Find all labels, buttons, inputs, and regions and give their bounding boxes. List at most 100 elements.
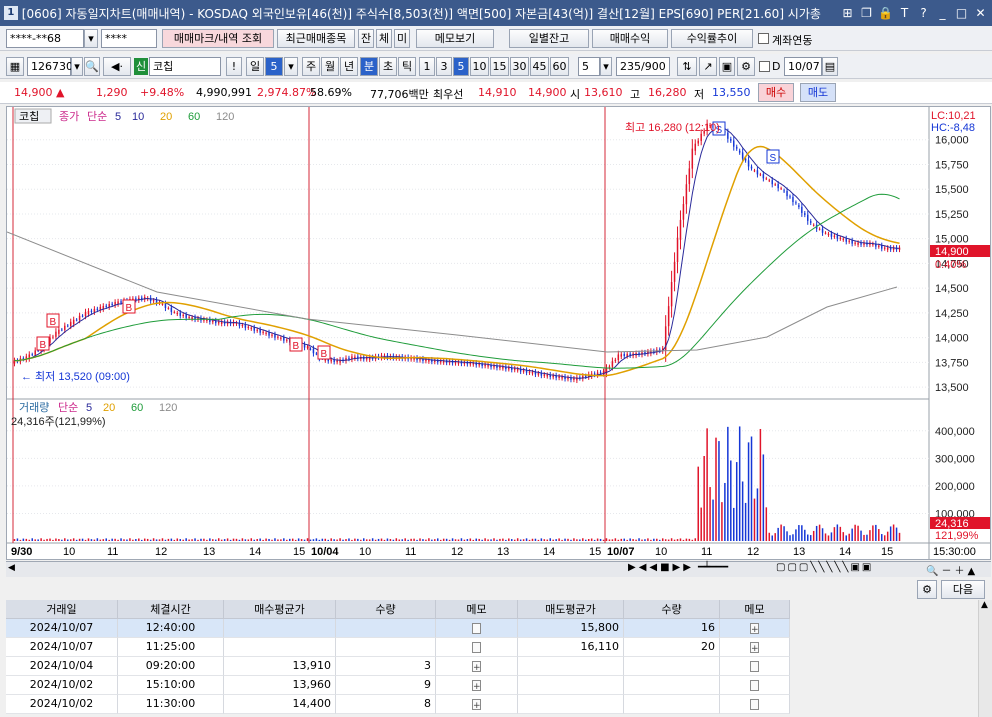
restore-icon[interactable]: ⊞: [840, 6, 855, 21]
period-second-button[interactable]: 초: [379, 57, 397, 76]
zoom-controls-icon[interactable]: 🔍－＋▲: [926, 562, 978, 577]
help-icon[interactable]: ?: [916, 6, 931, 21]
table-row[interactable]: 2024/10/07 11:25:00 16,110 20: [6, 638, 790, 658]
stock-code-input[interactable]: 126730: [27, 57, 73, 76]
column-header[interactable]: 체결시간: [118, 600, 224, 619]
scroll-up-icon[interactable]: ▲: [981, 600, 988, 610]
draw-icon[interactable]: ↗: [699, 57, 717, 76]
period-minute-button[interactable]: 분: [360, 57, 378, 76]
next-page-button[interactable]: 다음: [941, 580, 985, 599]
column-header[interactable]: 매수평균가: [224, 600, 336, 619]
memo-icon[interactable]: [750, 679, 759, 691]
memo-icon[interactable]: [750, 660, 759, 672]
date-input[interactable]: 10/07: [784, 57, 822, 76]
stock-menu-icon[interactable]: ▦: [6, 57, 24, 76]
interval-60-button[interactable]: 60: [550, 57, 569, 76]
close-icon[interactable]: ✕: [973, 6, 988, 21]
settings-icon[interactable]: ⚙: [737, 57, 755, 76]
buy-memo-cell[interactable]: [436, 638, 518, 657]
memo-icon[interactable]: [750, 698, 759, 710]
table-row[interactable]: 2024/10/02 11:30:00 14,400 8: [6, 695, 790, 715]
column-header[interactable]: 수량: [624, 600, 720, 619]
layout-icon[interactable]: ❐: [859, 6, 874, 21]
maximize-icon[interactable]: □: [954, 6, 969, 21]
table-row[interactable]: 2024/10/02 15:10:00 13,960 9: [6, 676, 790, 696]
text-icon[interactable]: T: [897, 6, 912, 21]
chart-area[interactable]: 16,000 15,750 15,500 15,250 15,000 14,750 14,5…: [6, 106, 991, 560]
speaker-icon[interactable]: ◀·: [103, 57, 131, 76]
period-day-button[interactable]: 일: [246, 57, 264, 76]
stock-name-field[interactable]: 코칩: [149, 57, 221, 76]
buy-memo-cell[interactable]: [436, 657, 518, 677]
calendar-icon[interactable]: ▤: [822, 57, 838, 76]
save-icon[interactable]: ▣: [719, 57, 735, 76]
day-count-dropdown[interactable]: ▾: [284, 57, 298, 76]
drawing-tools-icon[interactable]: ▢▢▢╲╲╲╲╲▣▣: [776, 562, 873, 573]
recent-trades-button[interactable]: 최근매매종목: [277, 29, 355, 48]
trade-profit-button[interactable]: 매매수익: [592, 29, 668, 48]
column-header[interactable]: 메모: [436, 600, 518, 619]
alert-button[interactable]: !: [226, 57, 242, 76]
memo-icon[interactable]: [472, 641, 481, 653]
data-count-field[interactable]: 235/900: [616, 57, 670, 76]
filled-button[interactable]: 체: [376, 29, 392, 48]
custom-interval-dropdown[interactable]: ▾: [600, 57, 612, 76]
memo-icon[interactable]: [472, 622, 481, 634]
balance-button[interactable]: 잔: [358, 29, 374, 48]
zoom-slider[interactable]: ━┷━━━: [698, 562, 728, 573]
table-row[interactable]: 2024/10/04 09:20:00 13,910 3: [6, 657, 790, 677]
interval-15-button[interactable]: 15: [490, 57, 509, 76]
date-checkbox[interactable]: [759, 61, 770, 72]
daily-balance-button[interactable]: 일별잔고: [509, 29, 589, 48]
column-header[interactable]: 수량: [336, 600, 436, 619]
memo-icon[interactable]: [472, 659, 481, 677]
interval-3-button[interactable]: 3: [436, 57, 452, 76]
buy-memo-cell[interactable]: [436, 619, 518, 638]
memo-icon[interactable]: [472, 678, 481, 696]
period-week-button[interactable]: 주: [302, 57, 320, 76]
sell-memo-cell[interactable]: [720, 676, 790, 695]
interval-5-button[interactable]: 5: [453, 57, 469, 76]
interval-45-button[interactable]: 45: [530, 57, 549, 76]
account-dropdown-button[interactable]: ▾: [84, 29, 98, 48]
scroll-left-icon[interactable]: ◀: [8, 563, 15, 573]
lock-icon[interactable]: 🔒: [878, 6, 893, 21]
code-dropdown-button[interactable]: ▾: [71, 57, 83, 76]
sell-memo-cell[interactable]: [720, 657, 790, 676]
table-vertical-scrollbar[interactable]: ▲: [978, 600, 992, 717]
playback-controls-icon[interactable]: ▶◀◀■▶▶: [628, 562, 694, 573]
indicator-icon[interactable]: ⇅: [677, 57, 697, 76]
memo-icon[interactable]: [472, 697, 481, 715]
password-input[interactable]: ****: [101, 29, 157, 48]
sell-memo-cell[interactable]: [720, 638, 790, 658]
account-input[interactable]: ****-**68: [6, 29, 84, 48]
trade-mark-query-button[interactable]: 매매마크/내역 조회: [162, 29, 274, 48]
interval-1-button[interactable]: 1: [419, 57, 435, 76]
day-count-field[interactable]: 5: [265, 57, 283, 76]
interval-30-button[interactable]: 30: [510, 57, 529, 76]
buy-memo-cell[interactable]: [436, 695, 518, 715]
buy-memo-cell[interactable]: [436, 676, 518, 696]
column-header[interactable]: 메모: [720, 600, 790, 619]
sell-memo-cell[interactable]: [720, 695, 790, 714]
column-header[interactable]: 거래일: [6, 600, 118, 619]
chart-scrollbar[interactable]: ◀ ▶◀◀■▶▶ ━┷━━━ ▢▢▢╲╲╲╲╲▣▣ 🔍－＋▲: [6, 561, 991, 577]
panel-settings-icon[interactable]: ⚙: [917, 580, 937, 599]
memo-icon[interactable]: [750, 621, 759, 639]
custom-interval-input[interactable]: 5: [578, 57, 600, 76]
sell-memo-cell[interactable]: [720, 619, 790, 639]
search-icon[interactable]: 🔍: [84, 57, 100, 76]
account-link-checkbox[interactable]: [758, 33, 769, 44]
period-year-button[interactable]: 년: [340, 57, 358, 76]
interval-10-button[interactable]: 10: [470, 57, 489, 76]
memo-view-button[interactable]: 메모보기: [416, 29, 494, 48]
buy-button[interactable]: 매수: [758, 83, 794, 102]
unfilled-button[interactable]: 미: [394, 29, 410, 48]
profit-trend-button[interactable]: 수익률추이: [671, 29, 753, 48]
candlestick-chart[interactable]: 16,00015,75015,50015,25015,00014,75014,5…: [7, 107, 990, 559]
table-row[interactable]: 2024/10/07 12:40:00 15,800 16: [6, 619, 790, 639]
period-month-button[interactable]: 월: [321, 57, 339, 76]
column-header[interactable]: 매도평균가: [518, 600, 624, 619]
memo-icon[interactable]: [750, 640, 759, 658]
sell-button[interactable]: 매도: [800, 83, 836, 102]
